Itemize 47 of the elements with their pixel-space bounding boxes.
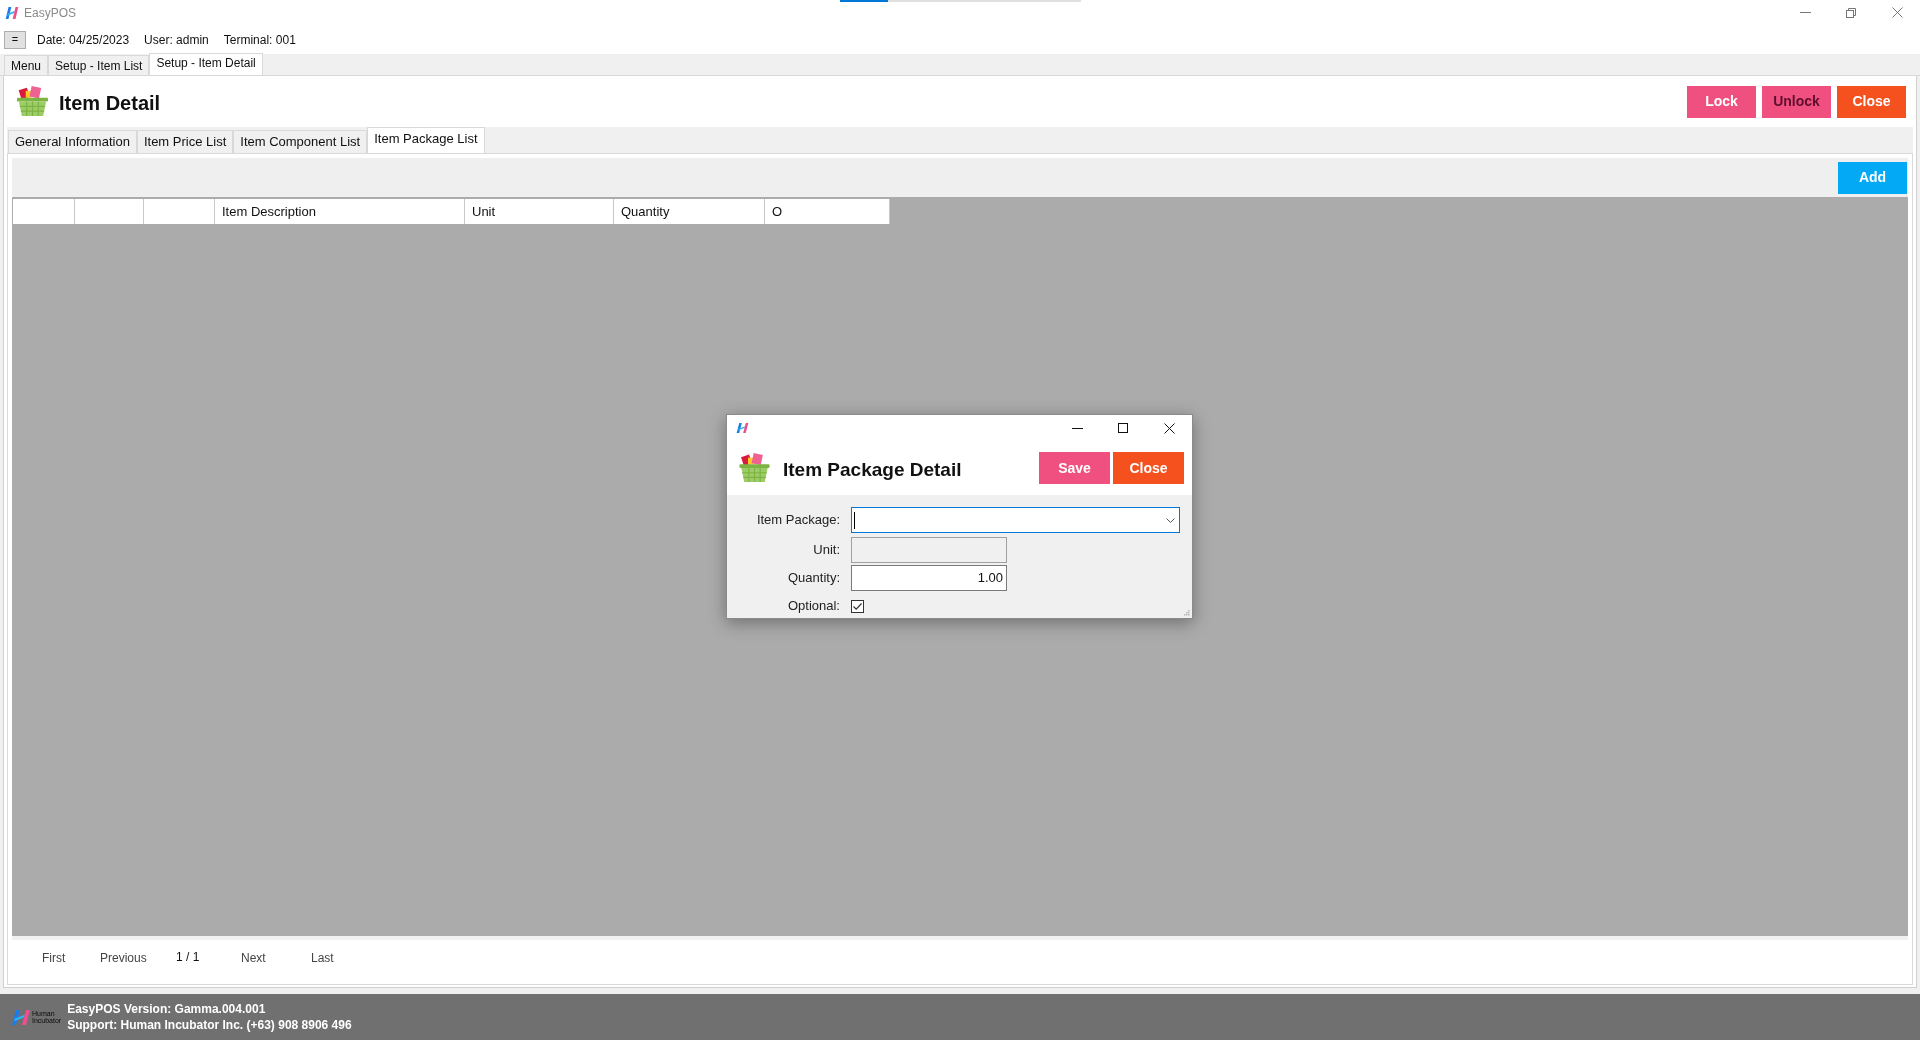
logo-icon (5, 6, 19, 19)
document-tab[interactable]: Menu (4, 55, 49, 75)
version-text: EasyPOS Version: Gamma.004.001 (67, 1001, 267, 1017)
minimize-icon[interactable] (1071, 427, 1083, 429)
last-page-link[interactable]: Last (311, 949, 334, 967)
column-header: Item Description (215, 199, 465, 224)
maximize-icon[interactable] (1118, 423, 1128, 433)
previous-page-link[interactable]: Previous (100, 949, 147, 967)
text-cursor-icon (854, 511, 855, 529)
item-package-dropdown[interactable] (851, 507, 1180, 533)
detail-tab[interactable]: Item Price List (136, 130, 234, 153)
checkbox[interactable] (851, 599, 864, 613)
next-page-link[interactable]: Next (241, 949, 266, 967)
menu-toggle-button[interactable]: = (4, 30, 26, 49)
field-label: Unit: (813, 541, 840, 560)
basket-icon (738, 453, 771, 483)
dialog-title: Item Package Detail (783, 457, 962, 482)
company-logo-icon (11, 1009, 31, 1025)
resize-grip-icon[interactable] (1183, 609, 1190, 616)
document-tab[interactable]: Setup - Item Detail (149, 53, 263, 75)
table-header-cell (13, 199, 75, 224)
terminal-label: Terminal: 001 (223, 31, 296, 49)
date-label: Date: 04/25/2023 (37, 31, 130, 49)
user-label: User: admin (144, 31, 209, 49)
text-field[interactable]: 1.00 (851, 565, 1007, 591)
basket-icon (16, 86, 49, 117)
first-page-link[interactable]: First (42, 949, 66, 967)
window-title: EasyPOS (24, 4, 77, 22)
table-header-cell (144, 199, 215, 224)
document-tab[interactable]: Setup - Item List (48, 55, 150, 75)
chevron-down-icon[interactable] (1166, 517, 1175, 523)
column-header: Unit (465, 199, 614, 224)
table-header-cell (75, 199, 144, 224)
support-text: Support: Human Incubator Inc. (+63) 908 8906 496 (67, 1017, 352, 1033)
close-icon[interactable] (1163, 422, 1175, 434)
field-label: Quantity: (787, 569, 840, 588)
column-header: O (765, 199, 890, 224)
field-label: Optional: (787, 597, 840, 616)
page-title: Item Detail (59, 90, 161, 116)
logo-icon (736, 423, 749, 433)
detail-tab[interactable]: General Information (8, 130, 137, 153)
restore-icon[interactable] (1846, 7, 1856, 18)
page-indicator: 1 / 1 (176, 949, 200, 964)
column-header: Quantity (614, 199, 765, 224)
detail-tab[interactable]: Item Component List (233, 130, 368, 153)
field-label: Item Package: (756, 511, 840, 530)
detail-tab[interactable]: Item Package List (367, 127, 485, 153)
